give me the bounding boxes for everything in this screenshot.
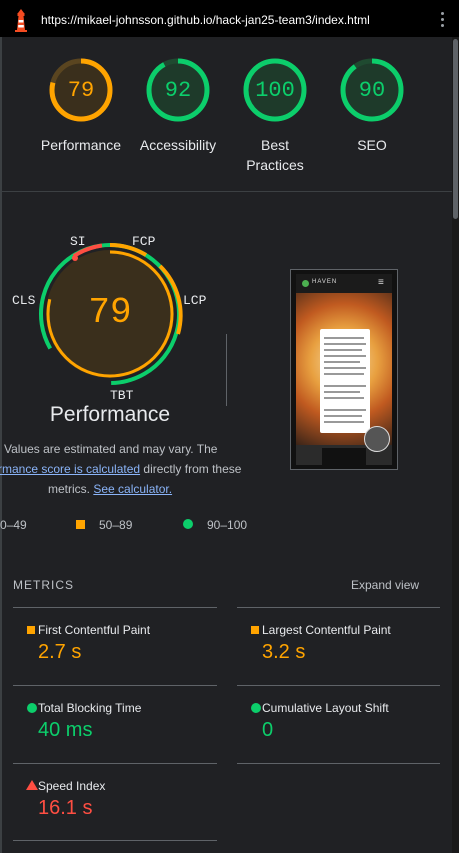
hamburger-icon: ≡	[378, 277, 384, 288]
screenshot-header: HAVEN ≡	[296, 274, 392, 293]
fail-triangle-icon	[26, 780, 38, 790]
scrollbar[interactable]	[452, 37, 459, 853]
final-screenshot[interactable]: HAVEN ≡	[290, 269, 398, 470]
performance-big-score: 79	[88, 292, 132, 333]
metric-name: Largest Contentful Paint	[262, 623, 391, 637]
metric-value: 2.7 s	[38, 641, 82, 663]
metrics-divider	[237, 763, 440, 764]
legend-pass-icon	[183, 519, 193, 529]
seo-label: SEO	[357, 137, 387, 153]
screenshot-chat-button	[364, 426, 390, 452]
gauge-best-practices[interactable]: 100 Best Practices	[225, 57, 325, 175]
haven-logo-icon	[302, 280, 309, 287]
gauge-accessibility[interactable]: 92 Accessibility	[128, 57, 228, 155]
see-calculator-link[interactable]: See calculator.	[93, 482, 172, 496]
metrics-divider	[13, 763, 217, 764]
more-options-icon[interactable]	[436, 12, 448, 30]
metrics-divider	[13, 685, 217, 686]
metric-name: Total Blocking Time	[38, 701, 142, 715]
metrics-divider	[237, 607, 440, 608]
screenshot-footer-button	[322, 448, 366, 465]
metrics-divider	[237, 685, 440, 686]
note-line-3-text: metrics.	[48, 482, 94, 496]
seo-score: 90	[358, 78, 386, 103]
note-line-2: rmance score is calculated directly from…	[0, 459, 241, 479]
screenshot-text-card	[320, 329, 370, 433]
metric-value: 16.1 s	[38, 797, 93, 819]
accessibility-score: 92	[164, 78, 192, 103]
best-practices-label: Best Practices	[246, 137, 304, 173]
legend-pass: 90–100	[207, 518, 248, 532]
legend-fail: 0–49	[0, 518, 27, 532]
metric-value: 40 ms	[38, 719, 93, 741]
screenshot-hero-art	[296, 293, 392, 445]
screenshot-image: HAVEN ≡	[296, 274, 392, 465]
note-line-2-text: directly from these	[140, 462, 242, 476]
gauge-performance[interactable]: 79 Performance	[31, 57, 131, 155]
average-square-icon	[27, 626, 35, 634]
good-circle-icon	[251, 703, 261, 713]
performance-title: Performance	[49, 403, 171, 426]
score-calculated-link[interactable]: rmance score is calculated	[0, 462, 140, 476]
legend-average: 50–89	[99, 518, 133, 532]
note-line-3: metrics. See calculator.	[48, 479, 172, 499]
metrics-divider	[13, 607, 217, 608]
gauge-label-cls[interactable]: CLS	[12, 293, 35, 308]
note-line-1: Values are estimated and may vary. The	[4, 442, 218, 456]
gauge-seo[interactable]: 90 SEO	[322, 57, 422, 155]
browser-top-bar: https://mikael-johnsson.github.io/hack-j…	[0, 0, 459, 37]
screenshot-brand: HAVEN	[312, 279, 338, 285]
metric-name: Cumulative Layout Shift	[262, 701, 389, 715]
accessibility-label: Accessibility	[139, 137, 217, 153]
metrics-divider	[13, 840, 217, 841]
gauge-label-fcp[interactable]: FCP	[132, 234, 155, 249]
category-gauges: 79 Performance 92 Accessibility 100 Best…	[0, 37, 452, 192]
gauge-label-si[interactable]: SI	[70, 234, 86, 249]
vertical-divider	[226, 334, 227, 406]
page-url[interactable]: https://mikael-johnsson.github.io/hack-j…	[41, 13, 370, 27]
average-square-icon	[251, 626, 259, 634]
performance-label: Performance	[40, 137, 122, 153]
performance-score: 79	[67, 78, 95, 103]
gauge-label-lcp[interactable]: LCP	[183, 293, 206, 308]
metric-name: Speed Index	[38, 779, 106, 793]
legend-average-icon	[76, 520, 85, 529]
expand-view-button[interactable]: Expand view	[351, 578, 419, 592]
metric-value: 0	[262, 719, 274, 741]
metrics-heading: METRICS	[13, 578, 74, 592]
metric-name: First Contentful Paint	[38, 623, 151, 637]
scrollbar-thumb[interactable]	[453, 39, 458, 219]
gauge-label-tbt[interactable]: TBT	[110, 388, 133, 403]
best-practices-score: 100	[255, 78, 295, 103]
lighthouse-icon	[15, 9, 27, 32]
si-marker	[72, 255, 78, 261]
metric-value: 3.2 s	[262, 641, 306, 663]
good-circle-icon	[27, 703, 37, 713]
